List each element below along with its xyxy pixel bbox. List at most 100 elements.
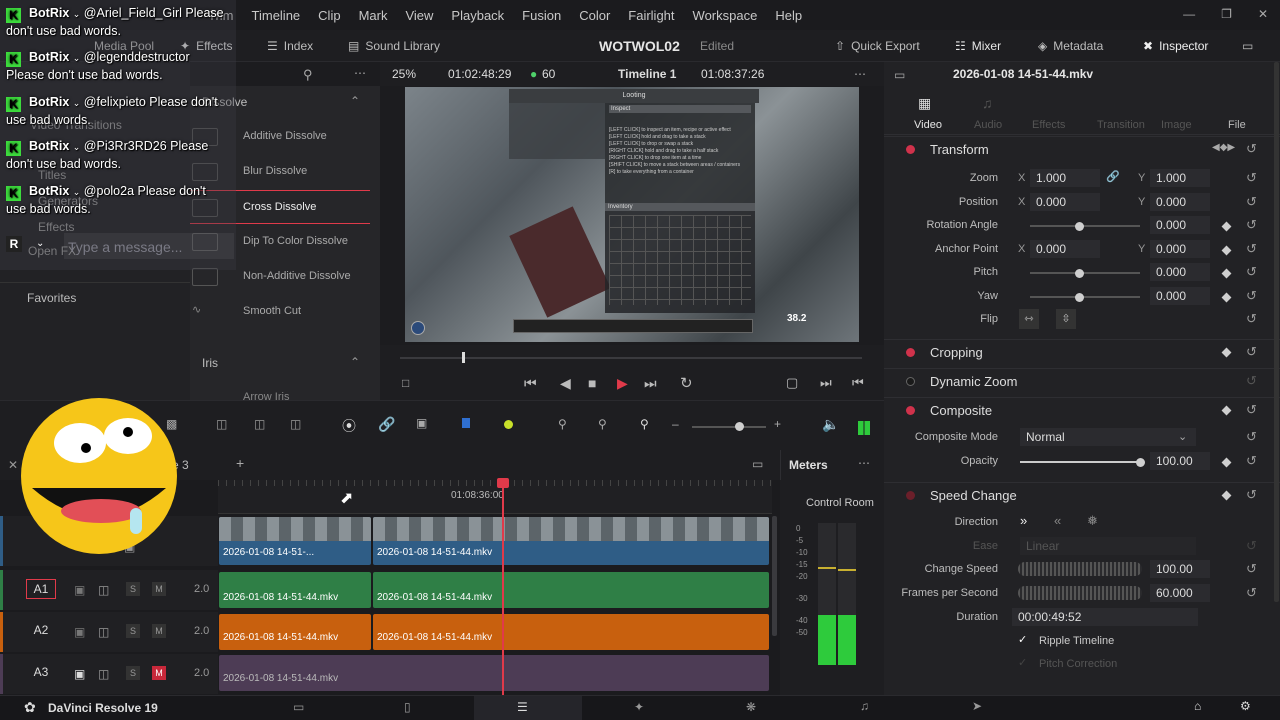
zoom-x-field[interactable]: 1.000 [1030, 169, 1100, 187]
auto-select-icon[interactable]: ◫ [98, 667, 109, 681]
transform-section[interactable]: Transform ◀◆▶ ↺ [884, 136, 1280, 162]
edit-page-icon[interactable]: ☰ [517, 700, 528, 714]
composite-section[interactable]: Composite ↺ [884, 397, 1280, 423]
solo-button[interactable]: S [126, 624, 140, 638]
keyframe-icon[interactable] [1221, 292, 1232, 303]
maximize-icon[interactable]: ❐ [1221, 7, 1232, 21]
video-tab-icon[interactable]: ▦ [918, 95, 931, 112]
mixer-button[interactable]: ☷ Mixer [955, 39, 1001, 53]
prev-edit-icon[interactable]: ⏮ [852, 375, 864, 391]
opacity-slider[interactable] [1020, 461, 1140, 463]
reset-icon[interactable]: ↺ [1246, 311, 1257, 327]
enabled-dot-icon[interactable] [906, 491, 915, 500]
freeze-icon[interactable]: ❅ [1087, 513, 1098, 529]
opacity-knob[interactable] [1136, 458, 1145, 467]
inspector-scrollbar[interactable] [1274, 62, 1279, 602]
fps-jog-wheel[interactable] [1018, 586, 1142, 600]
media-page-icon[interactable]: ▭ [293, 700, 304, 714]
enabled-dot-icon[interactable] [906, 406, 915, 415]
audio-clip[interactable]: 2026-01-08 14-51-44.mkv [219, 655, 769, 691]
track-id-a3[interactable]: A3 [26, 663, 56, 683]
mute-button-active[interactable]: M [152, 666, 166, 680]
replace-icon[interactable]: ◫ [290, 417, 301, 431]
timeline-scrollbar[interactable] [772, 516, 777, 636]
search-icon[interactable]: ⚲ [303, 67, 313, 83]
loop-icon[interactable]: ↻ [680, 374, 693, 392]
menu-workspace[interactable]: Workspace [693, 8, 758, 23]
lock-icon[interactable]: ▣ [74, 667, 85, 681]
go-to-end-icon[interactable]: ⏭ [644, 375, 657, 392]
menu-clip[interactable]: Clip [318, 8, 340, 23]
sound-library-button[interactable]: ▤ Sound Library [348, 39, 440, 53]
chat-input[interactable]: Type a message... [64, 233, 234, 259]
keyframe-nav-icon[interactable]: ◀◆▶ [1212, 142, 1235, 153]
menu-view[interactable]: View [405, 8, 433, 23]
inspector-button[interactable]: ✖ Inspector [1143, 39, 1208, 53]
disabled-dot-icon[interactable] [906, 377, 915, 386]
scrub-bar[interactable] [400, 357, 862, 359]
pitch-field[interactable]: 0.000 [1150, 263, 1210, 281]
keyframe-icon[interactable] [1221, 347, 1232, 358]
playhead[interactable] [502, 484, 504, 695]
favorites-label[interactable]: Favorites [27, 291, 76, 305]
reset-icon[interactable]: ↺ [1246, 453, 1257, 469]
audio-clip[interactable]: 2026-01-08 14-51-44.mkv [373, 614, 769, 650]
metadata-button[interactable]: ◈ Metadata [1038, 39, 1103, 53]
reset-icon[interactable]: ↺ [1246, 585, 1257, 601]
menu-fairlight[interactable]: Fairlight [628, 8, 674, 23]
chevron-up-icon[interactable]: ⌃ [350, 355, 360, 369]
keyframe-icon[interactable] [1221, 221, 1232, 232]
edit-page-active[interactable] [474, 696, 582, 720]
zoom-y-field[interactable]: 1.000 [1150, 169, 1210, 187]
menu-timeline[interactable]: Timeline [252, 8, 301, 23]
pitch-knob[interactable] [1075, 269, 1084, 278]
audio-clip[interactable]: 2026-01-08 14-51-44.mkv [219, 614, 371, 650]
enabled-dot-icon[interactable] [906, 145, 915, 154]
menu-playback[interactable]: Playback [451, 8, 504, 23]
mute-button[interactable]: M [152, 582, 166, 596]
menu-color[interactable]: Color [579, 8, 610, 23]
duration-field[interactable]: 00:00:49:52 [1012, 608, 1198, 626]
fps-field[interactable]: 60.000 [1150, 584, 1210, 602]
cut-page-icon[interactable]: ▯ [404, 700, 411, 714]
menu-fusion[interactable]: Fusion [522, 8, 561, 23]
composite-mode-dropdown[interactable]: Normal [1020, 428, 1196, 446]
home-icon[interactable]: ⌂ [1194, 699, 1201, 713]
color-page-icon[interactable]: ❋ [746, 700, 756, 714]
close-tab-icon[interactable]: ✕ [8, 458, 18, 472]
link-icon[interactable]: 🔗 [378, 416, 395, 433]
speed-change-section[interactable]: Speed Change ↺ [884, 482, 1280, 508]
auto-select-icon[interactable]: ◫ [98, 625, 109, 639]
more-options-icon[interactable]: ⋯ [854, 67, 866, 81]
yaw-knob[interactable] [1075, 293, 1084, 302]
zoom-detail-icon[interactable]: ⚲ [598, 417, 607, 431]
zoom-custom-icon[interactable]: ⚲ [640, 417, 649, 431]
add-tab-icon[interactable]: + [236, 455, 244, 471]
flip-vertical-icon[interactable]: ⇳ [1056, 309, 1076, 329]
menu-help[interactable]: Help [775, 8, 802, 23]
deliver-page-icon[interactable]: ➤ [972, 699, 982, 713]
rotation-knob[interactable] [1075, 222, 1084, 231]
marker-icon[interactable] [504, 420, 513, 429]
chevron-down-icon[interactable]: ⌄ [1178, 430, 1187, 443]
reset-icon[interactable]: ↺ [1246, 288, 1257, 304]
overwrite-icon[interactable]: ◫ [216, 417, 227, 431]
audio-clip[interactable]: 2026-01-08 14-51-44.mkv [373, 572, 769, 608]
effect-smooth-cut[interactable]: ∿ Smooth Cut [190, 295, 370, 329]
more-options-icon[interactable]: ⋯ [858, 456, 870, 470]
zoom-out-icon[interactable]: – [672, 417, 679, 431]
mute-button[interactable]: M [152, 624, 166, 638]
keyframe-icon[interactable] [1221, 268, 1232, 279]
monitor-icon[interactable]: ▭ [1242, 39, 1253, 53]
reset-icon[interactable]: ↺ [1246, 429, 1257, 445]
fusion-page-icon[interactable]: ✦ [634, 700, 644, 714]
tab-file[interactable]: File [1228, 119, 1246, 131]
video-viewer[interactable]: Looting Inspect [LEFT CLICK] to inspect … [405, 87, 859, 342]
change-speed-field[interactable]: 100.00 [1150, 560, 1210, 578]
gear-icon[interactable]: ⚙ [1240, 699, 1251, 713]
keyframe-icon[interactable] [1221, 405, 1232, 416]
reset-icon[interactable]: ↺ [1246, 344, 1257, 360]
checkbox-checked-icon[interactable]: ✓ [1018, 634, 1030, 646]
pitch-slider[interactable] [1030, 272, 1140, 274]
menu-mark[interactable]: Mark [359, 8, 388, 23]
